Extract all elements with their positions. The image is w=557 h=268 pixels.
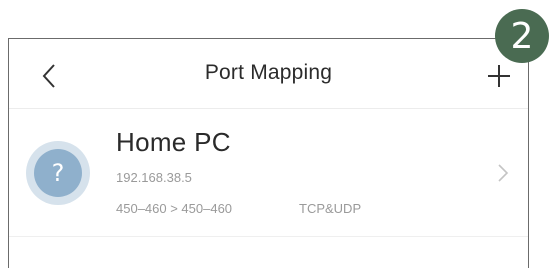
step-number-badge: 2 — [495, 9, 549, 63]
avatar-glyph: ? — [34, 149, 82, 197]
device-ip: 192.168.38.5 — [116, 170, 192, 185]
protocol-label: TCP&UDP — [299, 201, 362, 216]
port-range: 450–460 > 450–460 — [116, 201, 233, 216]
unknown-device-icon: ? — [26, 141, 90, 205]
chevron-right-icon — [498, 164, 509, 182]
device-name: Home PC — [116, 127, 231, 157]
add-mapping-button[interactable] — [482, 59, 516, 93]
plus-icon — [488, 65, 510, 87]
header-bar: Port Mapping — [9, 39, 528, 109]
page-title: Port Mapping — [204, 61, 333, 84]
port-mapping-panel: Port Mapping ? Home PC 192.168.38.5 450–… — [8, 38, 529, 268]
mapping-list-item[interactable]: ? Home PC 192.168.38.5 450–460 > 450–460… — [9, 110, 528, 237]
